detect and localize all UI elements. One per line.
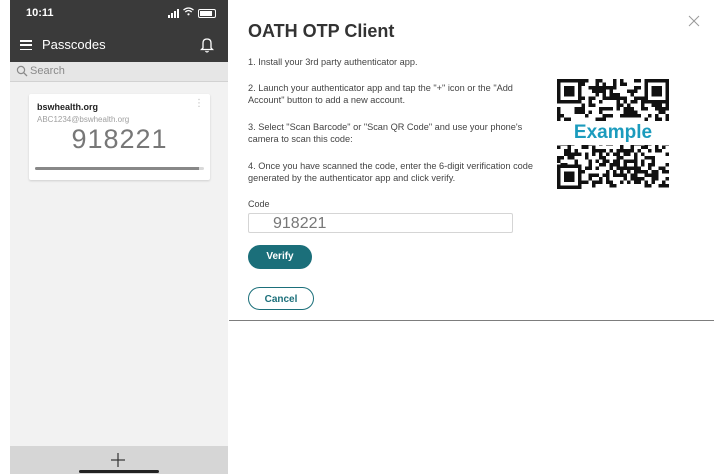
qr-example-label: Example: [557, 121, 669, 145]
instruction-step-1: 1. Install your 3rd party authenticator …: [248, 57, 418, 67]
code-label: Code: [248, 199, 270, 209]
battery-icon: [198, 8, 216, 18]
menu-icon[interactable]: [20, 40, 32, 50]
instruction-step-2: 2. Launch your authenticator app and tap…: [248, 83, 513, 105]
card-code: 918221: [71, 124, 168, 154]
passcode-card[interactable]: bswhealth.org ⋮ ABC1234@bswhealth.org 91…: [29, 94, 210, 180]
bell-icon[interactable]: [200, 36, 214, 54]
wifi-icon: [183, 7, 194, 19]
code-timer-fill: [35, 167, 199, 170]
verify-button[interactable]: Verify: [248, 245, 312, 269]
status-time: 10:11: [26, 7, 54, 19]
card-issuer: bswhealth.org: [37, 102, 99, 112]
instruction-step-4: 4. Once you have scanned the code, enter…: [248, 161, 533, 183]
cancel-button[interactable]: Cancel: [248, 287, 314, 310]
status-icons: [168, 7, 216, 19]
bottom-bar: [10, 446, 228, 474]
add-icon[interactable]: [111, 453, 125, 467]
page-title: OATH OTP Client: [248, 21, 395, 41]
nav-title: Passcodes: [42, 37, 106, 52]
search-icon: [16, 65, 28, 77]
oath-otp-dialog: OATH OTP Client 1. Install your 3rd part…: [229, 0, 714, 321]
code-input[interactable]: 918221: [248, 213, 513, 233]
search-bar[interactable]: Search: [10, 62, 228, 82]
instruction-step-3: 3. Select "Scan Barcode" or "Scan QR Cod…: [248, 122, 523, 144]
code-timer-bar: [35, 167, 204, 170]
signal-icon: [168, 8, 179, 18]
search-placeholder: Search: [30, 65, 65, 77]
card-account: ABC1234@bswhealth.org: [37, 115, 130, 124]
phone-header: 10:11 Passcodes: [10, 0, 228, 62]
home-indicator: [79, 470, 159, 473]
card-menu-icon[interactable]: ⋮: [194, 99, 204, 109]
nav-bar: Passcodes: [10, 33, 228, 59]
close-icon[interactable]: [688, 15, 700, 27]
phone-app-screen: 10:11 Passcodes Search bswhealth.org ⋮ A…: [10, 0, 228, 474]
